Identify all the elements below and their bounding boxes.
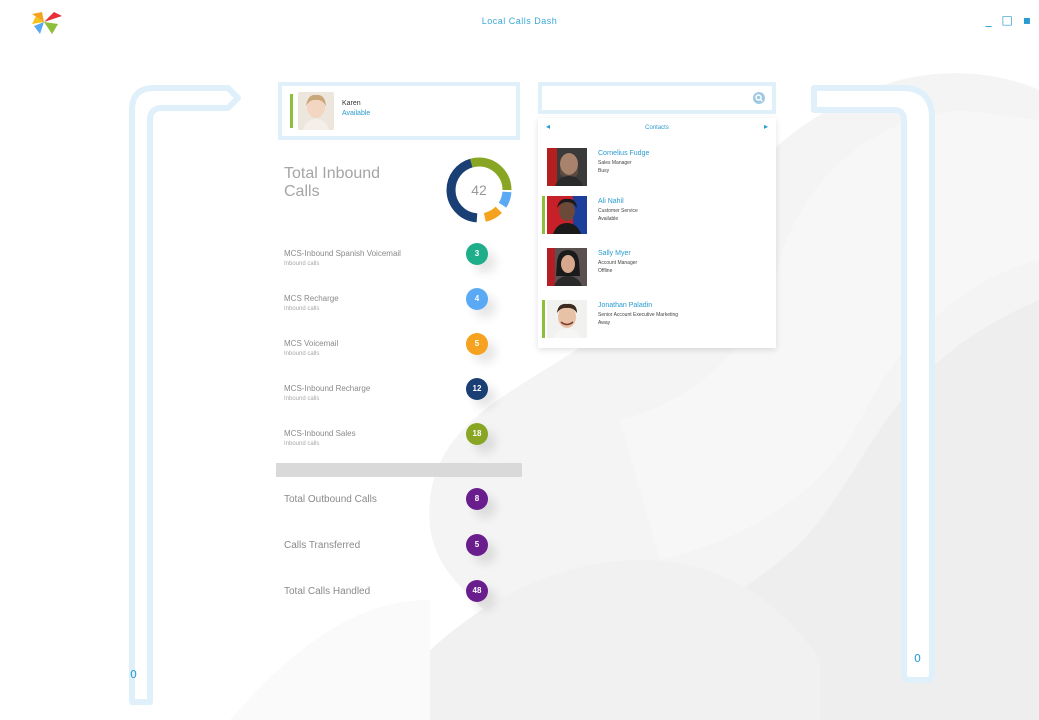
contact-status-bar [542,300,545,338]
contact-status-bar [542,196,545,234]
contact-status-bar [542,248,545,286]
left-tube-label: 0 [130,668,137,681]
contact-title: Senior Account Executive Marketing [598,312,679,318]
user-name: Karen [342,100,361,107]
total-inbound-value: 42 [471,182,487,198]
contact-title: Sales Manager [598,160,632,166]
stat-label: MCS-Inbound Recharge [284,384,371,393]
right-tube-label: 0 [914,652,921,665]
stat-row: MCS Voicemail Inbound calls 5 [284,333,514,373]
contacts-header: ◂ Contacts ▸ [538,122,776,136]
contact-name: Cornelius Fudge [598,150,650,157]
stat-sublabel: Inbound calls [284,306,320,312]
contact-avatar [547,248,587,286]
call-count-badge[interactable]: 5 [466,534,488,556]
maximize-button[interactable]: □ [1002,14,1013,26]
stat-count-badge[interactable]: 18 [466,423,488,445]
contact-avatar [547,196,587,234]
contact-status: Available [598,216,619,222]
call-stat-label: Total Outbound Calls [284,494,377,505]
contact-avatar [547,148,587,186]
stat-sublabel: Inbound calls [284,441,320,447]
contact-status: Away [598,320,611,326]
call-stat-label: Calls Transferred [284,540,361,551]
contact-status-bar [542,148,545,186]
search-icon[interactable] [752,91,766,105]
call-count-badge[interactable]: 8 [466,488,488,510]
stat-label: MCS Voicemail [284,339,339,348]
close-button[interactable]: ▪ [1023,14,1031,26]
call-stat-row: Total Calls Handled 48 [284,580,514,616]
call-stat-label: Total Calls Handled [284,586,371,597]
call-stat-row: Total Outbound Calls 8 [284,488,514,524]
stat-sublabel: Inbound calls [284,396,320,402]
stat-count-badge[interactable]: 12 [466,378,488,400]
search-input[interactable] [546,88,750,110]
stat-sublabel: Inbound calls [284,351,320,357]
stat-count-badge[interactable]: 5 [466,333,488,355]
total-inbound-label: Total Inbound Calls [284,165,381,200]
stat-label: MCS-Inbound Sales [284,429,356,438]
user-card[interactable]: Karen Available [278,82,520,140]
title-bar: Local Calls Dash _ □ ▪ [0,0,1039,40]
call-stat-row: Calls Transferred 5 [284,534,514,570]
contact-status: Busy [598,168,610,174]
stat-row: MCS-Inbound Spanish Voicemail Inbound ca… [284,243,514,283]
right-tube-decoration [811,85,935,683]
contacts-panel: ◂ Contacts ▸ Cornelius Fudge Sales Manag… [538,118,776,348]
window-controls: _ □ ▪ [986,14,1031,26]
contact-avatar [547,300,587,338]
contact-status: Offline [598,268,613,274]
contact-item[interactable]: Cornelius Fudge Sales Manager Busy [542,144,772,190]
stat-row: MCS-Inbound Sales Inbound calls 18 [284,423,514,463]
contact-name: Sally Myer [598,250,631,257]
contact-item[interactable]: Jonathan Paladin Senior Account Executiv… [542,296,772,342]
stat-label: MCS Recharge [284,294,339,303]
call-count-badge[interactable]: 48 [466,580,488,602]
stat-count-badge[interactable]: 4 [466,288,488,310]
user-avatar [298,92,334,130]
minimize-button[interactable]: _ [986,14,992,26]
contact-item[interactable]: Sally Myer Account Manager Offline [542,244,772,290]
contact-title: Account Manager [598,260,638,266]
search-box[interactable] [538,82,776,114]
contacts-next-arrow-icon[interactable]: ▸ [764,122,768,131]
user-status: Available [342,110,371,117]
left-tube-decoration [129,85,241,705]
contacts-header-label: Contacts [645,125,669,131]
contact-name: Jonathan Paladin [598,302,653,309]
contact-name: Ali Nahil [598,198,624,205]
stat-row: MCS Recharge Inbound calls 4 [284,288,514,328]
stat-row: MCS-Inbound Recharge Inbound calls 12 [284,378,514,418]
stat-count-badge[interactable]: 3 [466,243,488,265]
contact-title: Customer Service [598,208,638,214]
stat-sublabel: Inbound calls [284,261,320,267]
window-title: Local Calls Dash [481,16,558,26]
stat-label: MCS-Inbound Spanish Voicemail [284,249,401,258]
user-status-bar [290,94,293,128]
contact-item[interactable]: Ali Nahil Customer Service Available [542,192,772,238]
section-divider [276,463,522,477]
total-inbound-donut: 42 [446,157,512,223]
